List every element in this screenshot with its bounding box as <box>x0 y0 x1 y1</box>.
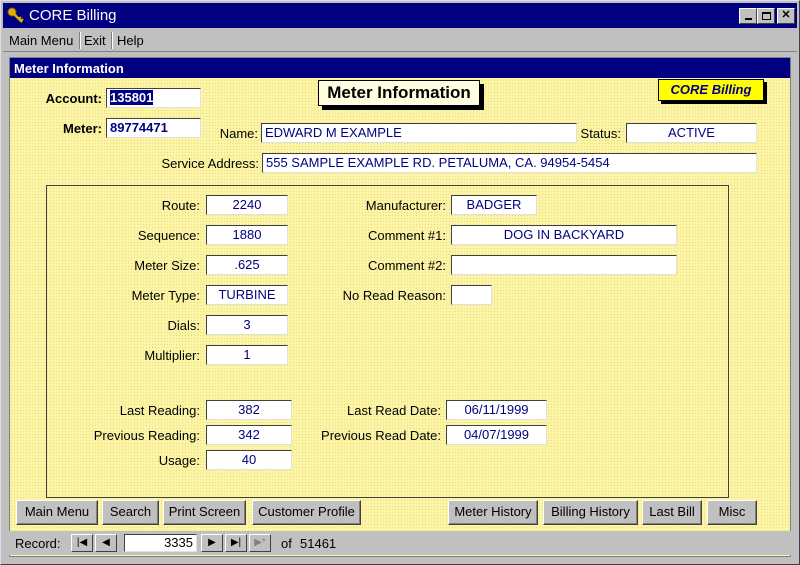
multiplier-label: Multiplier: <box>144 348 200 363</box>
dials-label: Dials: <box>167 318 200 333</box>
comment1-label: Comment #1: <box>367 228 446 243</box>
billing-history-button[interactable]: Billing History <box>543 500 638 525</box>
multiplier-field[interactable]: 1 <box>206 345 288 365</box>
meter-label: Meter: <box>62 121 102 136</box>
meter-field[interactable]: 89774471 <box>106 118 201 138</box>
account-field[interactable]: 135801 <box>106 88 201 108</box>
menu-main-menu[interactable]: Main Menu <box>9 33 73 48</box>
menu-exit[interactable]: Exit <box>84 33 106 48</box>
meter-size-field[interactable]: .625 <box>206 255 288 275</box>
menu-separator <box>111 32 113 49</box>
print-screen-button[interactable]: Print Screen <box>163 500 246 525</box>
meter-information-form: Meter Information Account: 135801 Meter:… <box>9 57 791 557</box>
usage-field[interactable]: 40 <box>206 450 292 470</box>
last-record-icon: ▶| <box>230 537 242 548</box>
close-button[interactable]: ✕ <box>777 8 795 24</box>
sequence-label: Sequence: <box>137 228 200 243</box>
last-record-button[interactable]: ▶| <box>225 534 247 552</box>
search-button[interactable]: Search <box>102 500 159 525</box>
next-record-icon: ▶ <box>208 537 216 548</box>
minimize-icon <box>744 18 752 20</box>
app-window: CORE Billing ✕ Main Menu Exit Help Meter… <box>0 0 800 565</box>
maximize-icon <box>761 12 771 20</box>
comment1-field[interactable]: DOG IN BACKYARD <box>451 225 677 245</box>
next-record-button[interactable]: ▶ <box>201 534 223 552</box>
page-title: Meter Information <box>318 80 480 106</box>
account-value: 135801 <box>110 90 154 105</box>
form-header: Meter Information <box>10 58 790 78</box>
menu-bar: Main Menu Exit Help <box>3 29 797 52</box>
previous-reading-label: Previous Reading: <box>93 428 200 443</box>
of-label: of <box>281 536 292 551</box>
maximize-button[interactable] <box>757 8 775 24</box>
meter-history-button[interactable]: Meter History <box>448 500 538 525</box>
record-label: Record: <box>15 536 61 551</box>
service-address-field[interactable]: 555 SAMPLE EXAMPLE RD. PETALUMA, CA. 949… <box>262 153 757 173</box>
no-read-reason-label: No Read Reason: <box>342 288 446 303</box>
menu-separator <box>79 32 81 49</box>
meter-size-label: Meter Size: <box>134 258 200 273</box>
first-record-icon: |◀ <box>76 537 88 548</box>
previous-reading-field[interactable]: 342 <box>206 425 292 445</box>
route-field[interactable]: 2240 <box>206 195 288 215</box>
previous-read-date-field[interactable]: 04/07/1999 <box>446 425 547 445</box>
comment2-field[interactable] <box>451 255 677 275</box>
menu-help[interactable]: Help <box>117 33 144 48</box>
last-reading-field[interactable]: 382 <box>206 400 292 420</box>
last-read-date-label: Last Read Date: <box>347 403 441 418</box>
last-bill-button[interactable]: Last Bill <box>642 500 702 525</box>
new-record-button[interactable]: ▶* <box>249 534 271 552</box>
name-label: Name: <box>219 126 258 141</box>
account-label: Account: <box>45 91 102 106</box>
title-bar[interactable]: CORE Billing ✕ <box>3 3 797 28</box>
previous-record-icon: ◀ <box>102 537 110 548</box>
new-record-icon: ▶* <box>254 537 266 548</box>
customer-profile-button[interactable]: Customer Profile <box>252 500 361 525</box>
sequence-field[interactable]: 1880 <box>206 225 288 245</box>
meter-type-label: Meter Type: <box>131 288 200 303</box>
close-icon: ✕ <box>781 9 791 21</box>
name-field[interactable]: EDWARD M EXAMPLE <box>261 123 577 143</box>
route-label: Route: <box>161 198 200 213</box>
manufacturer-field[interactable]: BADGER <box>451 195 537 215</box>
core-billing-badge: CORE Billing <box>658 79 764 101</box>
last-read-date-field[interactable]: 06/11/1999 <box>446 400 547 420</box>
key-icon <box>7 7 24 23</box>
service-address-label: Service Address: <box>161 156 259 171</box>
last-reading-label: Last Reading: <box>119 403 200 418</box>
status-field[interactable]: ACTIVE <box>626 123 757 143</box>
dials-field[interactable]: 3 <box>206 315 288 335</box>
meter-type-field[interactable]: TURBINE <box>206 285 288 305</box>
previous-record-button[interactable]: ◀ <box>95 534 117 552</box>
record-navigation: Record: |◀ ◀ 3335 ▶ ▶| ▶* of 51461 <box>9 531 791 555</box>
misc-button[interactable]: Misc <box>707 500 757 525</box>
record-number-field[interactable]: 3335 <box>124 534 197 552</box>
manufacturer-label: Manufacturer: <box>365 198 446 213</box>
minimize-button[interactable] <box>739 8 757 24</box>
previous-read-date-label: Previous Read Date: <box>321 428 441 443</box>
no-read-reason-field[interactable] <box>451 285 492 305</box>
usage-label: Usage: <box>158 453 200 468</box>
comment2-label: Comment #2: <box>367 258 446 273</box>
window-title: CORE Billing <box>29 7 117 24</box>
main-menu-button[interactable]: Main Menu <box>16 500 98 525</box>
total-records: 51461 <box>300 536 337 551</box>
first-record-button[interactable]: |◀ <box>71 534 93 552</box>
status-label: Status: <box>580 126 621 141</box>
